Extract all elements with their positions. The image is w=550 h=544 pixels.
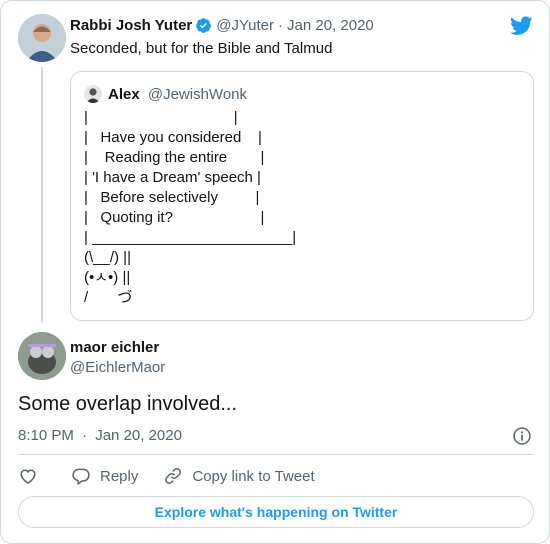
reply-label: Reply [100,467,139,485]
timestamp-separator: · [82,427,88,444]
quoted-tweet-text: | | | Have you considered | | Reading th… [84,108,524,308]
quoted-text-line: | 'I have a Dream' speech | [84,169,261,186]
parent-tweet-header: Rabbi Josh Yuter @JYuter · Jan 20, 2020 [70,17,374,34]
parent-author-avatar[interactable] [18,14,66,62]
header-separator: · [278,17,284,34]
parent-tweet-text: Seconded, but for the Bible and Talmud [70,40,333,57]
reply-date: Jan 20, 2020 [95,427,182,444]
parent-author-name[interactable]: Rabbi Josh Yuter [70,17,192,34]
link-icon [165,468,182,484]
quoted-author-handle: @JewishWonk [147,86,248,103]
quoted-text-line: / づ [84,289,133,306]
reply-author-avatar[interactable] [18,332,66,380]
reply-tweet-text: Some overlap involved... [18,393,238,415]
parent-tweet-date[interactable]: Jan 20, 2020 [287,17,374,34]
twitter-bird-icon[interactable] [510,16,533,36]
copy-link-label: Copy link to Tweet [192,467,315,485]
tweet-embed-card: Rabbi Josh Yuter @JYuter · Jan 20, 2020 … [0,0,550,544]
quoted-text-line: | | [84,109,238,126]
quoted-tweet[interactable]: Alex @JewishWonk | | | Have you consider… [70,71,534,321]
quoted-text-line: (\__/) || [84,249,131,266]
heart-icon [20,469,36,484]
info-icon[interactable] [512,426,532,446]
verified-badge-icon [196,18,212,33]
quoted-text-line: | Before selectively | [84,189,260,206]
reply-button[interactable]: Reply [71,466,138,486]
reply-author-handle[interactable]: @EichlerMaor [70,359,165,376]
reply-timestamp[interactable]: 8:10 PM · Jan 20, 2020 [18,427,182,444]
quoted-text-line: | Reading the entire | [84,149,265,166]
like-button[interactable] [18,466,38,486]
quoted-tweet-header: Alex @JewishWonk [108,86,247,103]
quoted-text-line: (•ㅅ•) || [84,269,131,286]
reply-author-name[interactable]: maor eichler [70,339,159,356]
parent-author-handle[interactable]: @JYuter [216,17,274,34]
thread-connector-line [41,67,43,323]
action-bar: Reply Copy link to Tweet [18,465,315,487]
quoted-text-line: | ________________________| [84,229,297,246]
quoted-author-name: Alex [108,86,140,103]
divider [18,454,534,455]
explore-twitter-button[interactable]: Explore what's happening on Twitter [18,496,534,528]
reply-bubble-icon [72,468,90,485]
quoted-text-line: | Quoting it? | [84,209,265,226]
quoted-text-line: | Have you considered | [84,129,262,146]
copy-link-button[interactable]: Copy link to Tweet [163,466,315,486]
reply-time: 8:10 PM [18,427,74,444]
quoted-author-avatar[interactable] [84,85,102,103]
